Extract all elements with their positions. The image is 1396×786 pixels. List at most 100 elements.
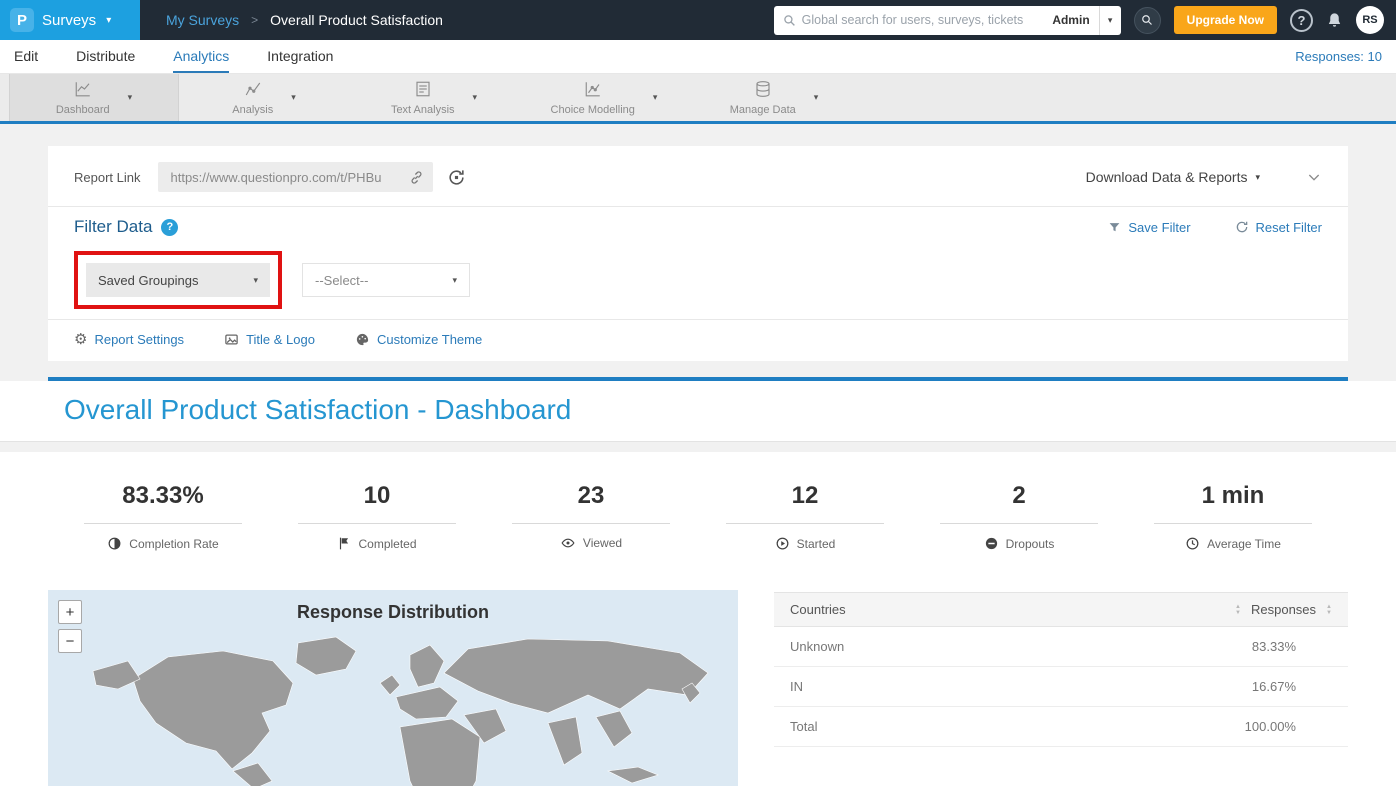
divider: [512, 523, 670, 524]
report-link-input[interactable]: [170, 170, 401, 185]
breadcrumb-separator: >: [251, 13, 258, 27]
zoom-in-button[interactable]: +: [58, 600, 82, 624]
country-cell: Total: [790, 719, 817, 734]
annotation-highlight-box: Saved Groupings ▾: [74, 251, 282, 309]
topbar-actions: Admin ▾ Upgrade Now ? RS: [774, 6, 1396, 35]
breadcrumb: My Surveys > Overall Product Satisfactio…: [166, 12, 443, 28]
divider: [48, 206, 1348, 207]
stat-value: 83.33%: [56, 482, 270, 510]
report-link-field[interactable]: [158, 162, 433, 192]
advanced-search-button[interactable]: [1134, 7, 1161, 34]
saved-groupings-value: Saved Groupings: [98, 273, 198, 288]
sort-icon[interactable]: ▲▼: [1326, 604, 1332, 616]
survey-nav: Edit Distribute Analytics Integration Re…: [0, 40, 1396, 74]
toolbar-label: Choice Modelling: [551, 104, 635, 116]
divider: [298, 523, 456, 524]
country-cell: IN: [790, 679, 803, 694]
chevron-down-icon[interactable]: ▾: [653, 92, 658, 103]
sort-icon[interactable]: ▲▼: [1235, 604, 1241, 616]
saved-groupings-select[interactable]: Saved Groupings ▾: [86, 263, 270, 297]
notifications-bell-icon[interactable]: [1326, 12, 1343, 29]
stat-value: 10: [270, 482, 484, 510]
user-avatar[interactable]: RS: [1356, 6, 1384, 34]
regenerate-link-icon[interactable]: [447, 168, 466, 187]
stat-label: Dropouts: [1006, 537, 1055, 551]
stat-average-time: 1 min Average Time: [1126, 482, 1340, 556]
palette-icon: [355, 332, 370, 347]
report-link-row: Report Link Download Data & Reports ▾: [74, 158, 1322, 196]
search-scope-dropdown[interactable]: ▾: [1099, 6, 1121, 35]
product-name: Surveys: [42, 12, 96, 29]
chevron-down-icon[interactable]: ▾: [814, 92, 819, 103]
responses-count: Responses: 10: [1295, 40, 1382, 73]
title-logo-link[interactable]: Title & Logo: [224, 332, 315, 347]
divider: [48, 319, 1348, 320]
save-filter-button[interactable]: Save Filter: [1108, 220, 1190, 235]
table-row: IN 16.67%: [774, 667, 1348, 707]
divider: [0, 442, 1396, 452]
link-icon[interactable]: [409, 170, 424, 185]
world-map[interactable]: [48, 631, 738, 786]
divider: [1154, 523, 1312, 524]
responses-cell: 83.33%: [1252, 639, 1332, 654]
upgrade-now-button[interactable]: Upgrade Now: [1174, 6, 1277, 34]
collapse-panel-chevron-icon[interactable]: [1306, 169, 1322, 185]
tab-distribute[interactable]: Distribute: [76, 40, 135, 73]
gear-icon: ⚙: [74, 332, 87, 347]
text-analysis-icon: [413, 80, 433, 103]
toolbar-choice-modelling[interactable]: Choice Modelling ▾: [519, 74, 689, 121]
global-search-box[interactable]: Admin ▾: [774, 6, 1121, 35]
responses-column-header[interactable]: Responses: [1251, 602, 1316, 617]
search-scope-label[interactable]: Admin: [1043, 13, 1098, 27]
chevron-down-icon[interactable]: ▾: [473, 92, 478, 103]
stat-completed: 10 Completed: [270, 482, 484, 556]
countries-column-header[interactable]: Countries: [790, 602, 846, 617]
toolbar-text-analysis[interactable]: Text Analysis ▾: [349, 74, 519, 121]
report-settings-label: Report Settings: [94, 332, 184, 347]
flag-icon: [337, 536, 351, 551]
tab-analytics[interactable]: Analytics: [173, 40, 229, 73]
tab-edit[interactable]: Edit: [14, 40, 38, 73]
contrast-circle-icon: [107, 536, 122, 551]
toolbar-manage-data[interactable]: Manage Data ▾: [689, 74, 859, 121]
toolbar-analysis[interactable]: Analysis ▾: [179, 74, 349, 121]
stat-viewed: 23 Viewed: [484, 482, 698, 556]
stat-value: 23: [484, 482, 698, 510]
filter-selects-row: Saved Groupings ▾ --Select-- ▾: [74, 251, 1322, 309]
stat-started: 12 Started: [698, 482, 912, 556]
toolbar-label: Analysis: [232, 104, 273, 116]
analysis-icon: [243, 80, 263, 103]
responses-cell: 100.00%: [1245, 719, 1332, 734]
tab-integration[interactable]: Integration: [267, 40, 333, 73]
stat-label: Average Time: [1207, 537, 1281, 551]
map-and-table-section: Response Distribution + −: [48, 590, 1348, 786]
eye-icon: [560, 536, 576, 550]
stat-value: 2: [912, 482, 1126, 510]
analytics-toolbar: Dashboard ▾ Analysis ▾ Text Analysis ▾ C…: [0, 74, 1396, 124]
download-data-reports-menu[interactable]: Download Data & Reports ▾: [1086, 169, 1260, 185]
stat-label: Viewed: [583, 536, 622, 550]
chevron-down-icon[interactable]: ▾: [291, 92, 296, 103]
choice-modelling-icon: [583, 80, 603, 103]
play-circle-icon: [775, 536, 790, 551]
global-search-input[interactable]: [802, 13, 1044, 27]
customize-theme-link[interactable]: Customize Theme: [355, 332, 482, 347]
zoom-out-button[interactable]: −: [58, 629, 82, 653]
chevron-down-icon: ▾: [253, 275, 258, 286]
stat-label: Completed: [358, 537, 416, 551]
report-settings-link[interactable]: ⚙ Report Settings: [74, 332, 184, 347]
minus-circle-icon: [984, 536, 999, 551]
help-button[interactable]: ?: [1290, 9, 1313, 32]
divider: [940, 523, 1098, 524]
surveys-product-menu[interactable]: P Surveys ▾: [0, 0, 140, 40]
reset-filter-button[interactable]: Reset Filter: [1235, 220, 1322, 235]
filter-help-icon[interactable]: ?: [161, 219, 178, 236]
breadcrumb-my-surveys[interactable]: My Surveys: [166, 12, 239, 28]
chevron-down-icon: ▾: [452, 275, 457, 286]
toolbar-dashboard[interactable]: Dashboard ▾: [9, 74, 179, 121]
stats-row: 83.33% Completion Rate 10 Completed 23: [0, 482, 1396, 556]
toolbar-label: Text Analysis: [391, 104, 455, 116]
chevron-down-icon[interactable]: ▾: [128, 92, 133, 103]
grouping-value-select[interactable]: --Select-- ▾: [302, 263, 470, 297]
report-link-label: Report Link: [74, 170, 140, 185]
